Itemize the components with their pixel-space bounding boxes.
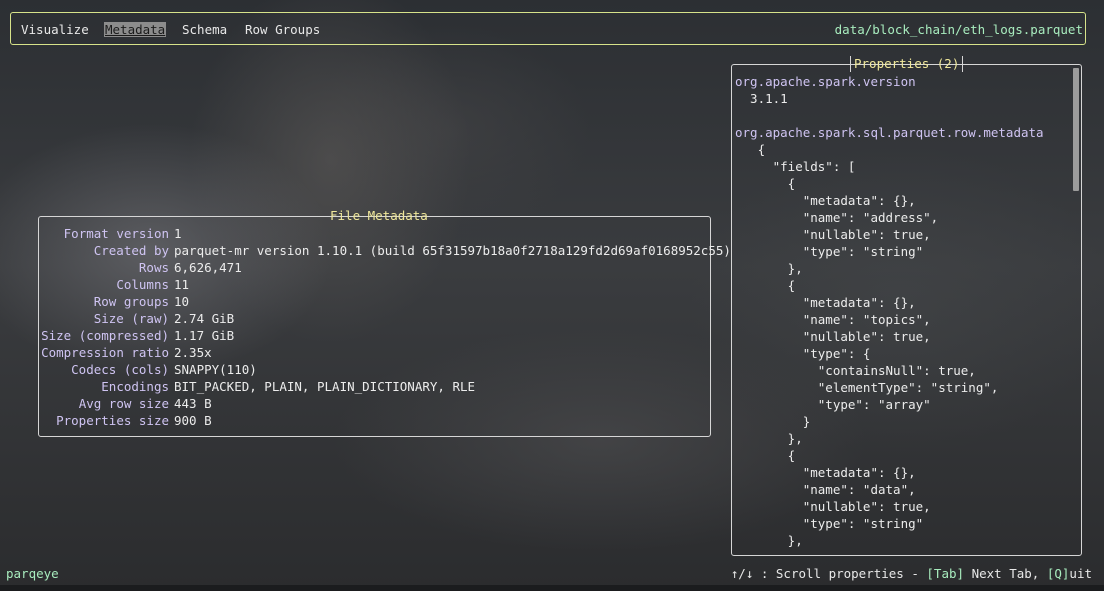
tab-row-groups[interactable]: Row Groups bbox=[245, 22, 320, 37]
tab-bar: Visualize Metadata Schema Row Groups dat… bbox=[10, 12, 1086, 45]
property-value-line: "metadata": {}, bbox=[735, 465, 916, 480]
property-value-line: "type": "string" bbox=[735, 244, 924, 259]
property-key: org.apache.spark.version bbox=[735, 74, 916, 89]
property-value-line: }, bbox=[735, 261, 803, 276]
properties-title: Properties (2) bbox=[850, 56, 964, 72]
metadata-row: Size (compressed) 1.17 GiB bbox=[39, 327, 234, 344]
metadata-key: Compression ratio bbox=[41, 345, 169, 360]
property-value-line: { bbox=[735, 142, 766, 157]
help-key: [Tab] bbox=[926, 566, 965, 581]
metadata-value: BIT_PACKED, PLAIN, PLAIN_DICTIONARY, RLE bbox=[174, 379, 476, 394]
property-value-line: }, bbox=[735, 431, 803, 446]
file-path: data/block_chain/eth_logs.parquet bbox=[834, 22, 1083, 37]
metadata-row: Codecs (cols) SNAPPY(110) bbox=[39, 361, 257, 378]
metadata-value: 900 B bbox=[174, 413, 212, 428]
properties-panel[interactable]: org.apache.spark.version 3.1.1 org.apache… bbox=[731, 64, 1082, 556]
property-value-line: "containsNull": true, bbox=[735, 363, 976, 378]
metadata-value: 2.74 GiB bbox=[174, 311, 235, 326]
metadata-row: Format version 1 bbox=[39, 225, 182, 242]
property-value-line: "metadata": {}, bbox=[735, 193, 916, 208]
bottom-strip bbox=[0, 585, 1104, 591]
property-value-line: "elementType": "string", bbox=[735, 380, 999, 395]
property-value-line: 3.1.1 bbox=[735, 91, 788, 106]
metadata-value: parquet-mr version 1.10.1 (build 65f3159… bbox=[174, 243, 731, 258]
property-value-line: { bbox=[735, 176, 796, 191]
metadata-key: Row groups bbox=[93, 294, 169, 309]
tab-metadata[interactable]: Metadata bbox=[104, 22, 167, 37]
tab-schema[interactable]: Schema bbox=[182, 22, 227, 37]
file-metadata-panel: File Metadata Format version 1 Created by p… bbox=[38, 208, 731, 437]
property-value-line: "nullable": true, bbox=[735, 329, 931, 344]
property-value-line: "type": { bbox=[735, 346, 871, 361]
property-value-line: "metadata": {}, bbox=[735, 295, 916, 310]
metadata-value: 10 bbox=[174, 294, 190, 309]
tab-visualize[interactable]: Visualize bbox=[21, 22, 89, 37]
metadata-row: Size (raw) 2.74 GiB bbox=[39, 310, 234, 327]
property-value-line: "name": "topics", bbox=[735, 312, 931, 327]
metadata-key: Columns bbox=[116, 277, 169, 292]
property-value-line: "nullable": true, bbox=[735, 499, 931, 514]
metadata-value: 1.17 GiB bbox=[174, 328, 235, 343]
property-value-line: "nullable": true, bbox=[735, 227, 931, 242]
property-value-line: }, bbox=[735, 533, 803, 548]
metadata-key: Encodings bbox=[101, 379, 169, 394]
metadata-key: Codecs (cols) bbox=[71, 362, 169, 377]
metadata-row: Columns 11 bbox=[39, 276, 189, 293]
property-value-line: "fields": [ bbox=[735, 159, 856, 174]
metadata-key: Created by bbox=[93, 243, 169, 258]
property-value-line: "name": "data", bbox=[735, 482, 916, 497]
properties-scrollbar[interactable] bbox=[1073, 68, 1079, 542]
metadata-value: SNAPPY(110) bbox=[174, 362, 257, 377]
property-value-line: { bbox=[735, 448, 796, 463]
metadata-row: Created by parquet-mr version 1.10.1 (bui… bbox=[39, 242, 731, 259]
property-value-line: "type": "array" bbox=[735, 397, 931, 412]
help-text: ↑/↓ : Scroll properties - bbox=[730, 566, 927, 581]
properties-scrollbar-thumb[interactable] bbox=[1073, 68, 1079, 191]
metadata-row: Compression ratio 2.35x bbox=[39, 344, 212, 361]
metadata-key: Size (compressed) bbox=[41, 328, 169, 343]
property-value-line: } bbox=[735, 414, 811, 429]
file-metadata-title: File Metadata bbox=[330, 208, 428, 223]
metadata-row: Encodings BIT_PACKED, PLAIN, PLAIN_DICTIO… bbox=[39, 378, 475, 395]
help-key: [Q] bbox=[1046, 566, 1070, 581]
keyboard-help: ↑/↓ : Scroll properties - [Tab] Next Tab… bbox=[731, 566, 1092, 581]
metadata-value: 2.35x bbox=[174, 345, 212, 360]
app-name: parqeye bbox=[6, 566, 59, 581]
property-value-line: "name": "address", bbox=[735, 210, 939, 225]
property-key: org.apache.spark.sql.parquet.row.metadat… bbox=[735, 125, 1044, 140]
metadata-value: 443 B bbox=[174, 396, 212, 411]
metadata-value: 11 bbox=[174, 277, 190, 292]
property-value-line: "type": "string" bbox=[735, 516, 924, 531]
metadata-row: Avg row size 443 B bbox=[39, 395, 212, 412]
help-text: Next Tab, bbox=[964, 566, 1047, 581]
metadata-key: Properties size bbox=[56, 413, 169, 428]
metadata-row: Properties size 900 B bbox=[39, 412, 212, 429]
help-text: uit bbox=[1069, 566, 1092, 581]
metadata-row: Row groups 10 bbox=[39, 293, 189, 310]
metadata-row: Rows 6,626,471 bbox=[39, 259, 242, 276]
metadata-value: 6,626,471 bbox=[174, 260, 242, 275]
metadata-key: Format version bbox=[63, 226, 169, 241]
metadata-key: Avg row size bbox=[78, 396, 169, 411]
metadata-key: Rows bbox=[138, 260, 169, 275]
property-value-line: { bbox=[735, 278, 796, 293]
metadata-value: 1 bbox=[174, 226, 182, 241]
metadata-key: Size (raw) bbox=[93, 311, 169, 326]
